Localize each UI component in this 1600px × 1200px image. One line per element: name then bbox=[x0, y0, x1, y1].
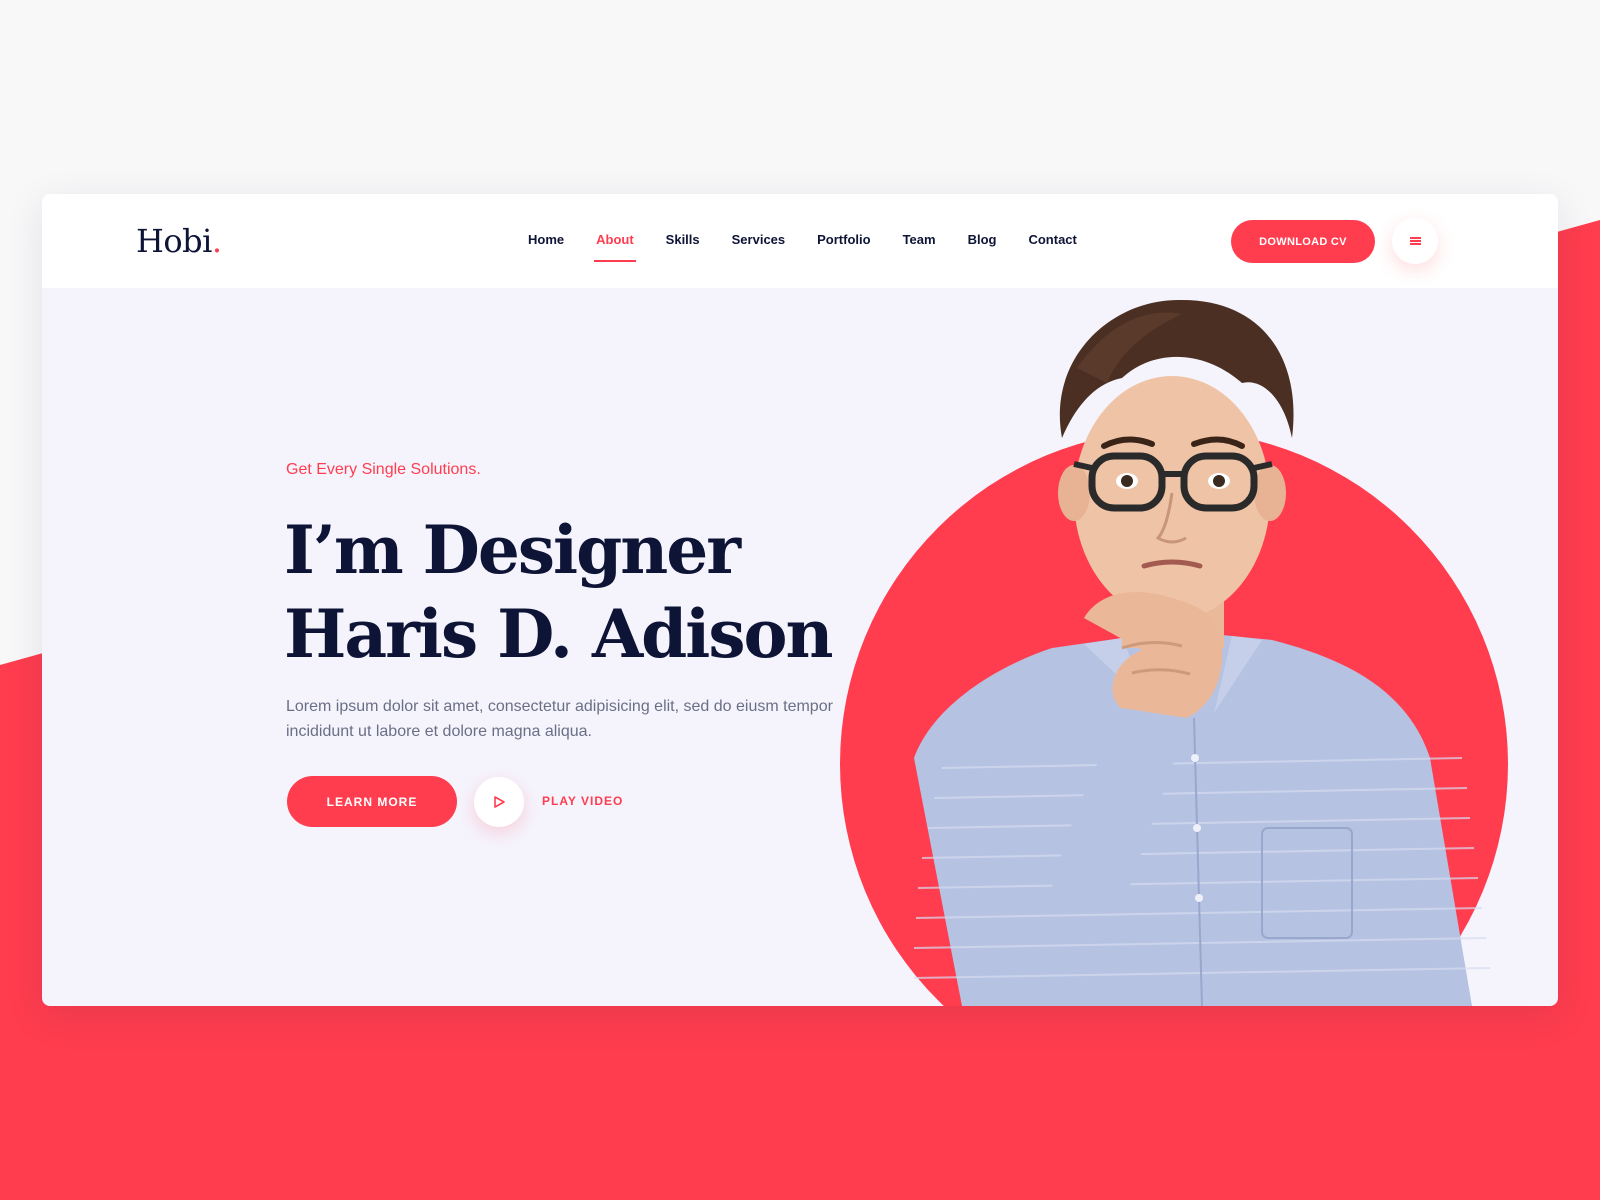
nav-item-about[interactable]: About bbox=[580, 194, 650, 288]
download-cv-button[interactable]: DOWNLOAD CV bbox=[1231, 220, 1375, 263]
hero-visual bbox=[840, 299, 1508, 1006]
nav-item-blog[interactable]: Blog bbox=[952, 194, 1013, 288]
hero-description: Lorem ipsum dolor sit amet, consectetur … bbox=[286, 698, 833, 740]
nav-item-label: Portfolio bbox=[817, 232, 871, 247]
main-nav: Home About Skills Services Portfolio Tea… bbox=[512, 194, 1093, 288]
nav-item-services[interactable]: Services bbox=[716, 194, 802, 288]
logo-dot: . bbox=[211, 222, 222, 260]
nav-item-label: Services bbox=[731, 232, 786, 247]
nav-item-home[interactable]: Home bbox=[512, 194, 580, 288]
website-card: Hobi. Home About Skills Services Portfol… bbox=[42, 194, 1558, 1006]
play-icon bbox=[494, 796, 505, 808]
logo[interactable]: Hobi. bbox=[136, 222, 222, 260]
hero-subtitle: Get Every Single Solutions. bbox=[286, 461, 481, 478]
nav-item-label: Team bbox=[902, 232, 936, 247]
nav-item-skills[interactable]: Skills bbox=[650, 194, 716, 288]
hamburger-icon bbox=[1409, 237, 1421, 245]
headline-line-1: I’m Designer bbox=[284, 511, 741, 589]
headline-line-2: Haris D. Adison bbox=[284, 595, 834, 673]
nav-item-portfolio[interactable]: Portfolio bbox=[801, 194, 886, 288]
hero-headline: I’m Designer Haris D. Adison bbox=[284, 508, 834, 676]
logo-text: Hobi bbox=[136, 222, 212, 260]
nav-item-label: Home bbox=[528, 232, 565, 247]
nav-item-label: About bbox=[596, 232, 634, 247]
play-video-button[interactable] bbox=[474, 777, 524, 827]
nav-item-contact[interactable]: Contact bbox=[1012, 194, 1092, 288]
active-nav-indicator bbox=[594, 260, 636, 262]
learn-more-button[interactable]: LEARN MORE bbox=[287, 776, 457, 827]
nav-item-label: Contact bbox=[1028, 232, 1077, 247]
site-header: Hobi. Home About Skills Services Portfol… bbox=[42, 194, 1558, 288]
nav-item-label: Blog bbox=[967, 232, 997, 247]
nav-item-label: Skills bbox=[665, 232, 700, 247]
nav-item-team[interactable]: Team bbox=[887, 194, 952, 288]
menu-button[interactable] bbox=[1392, 218, 1438, 264]
play-video-label[interactable]: PLAY VIDEO bbox=[542, 794, 623, 808]
